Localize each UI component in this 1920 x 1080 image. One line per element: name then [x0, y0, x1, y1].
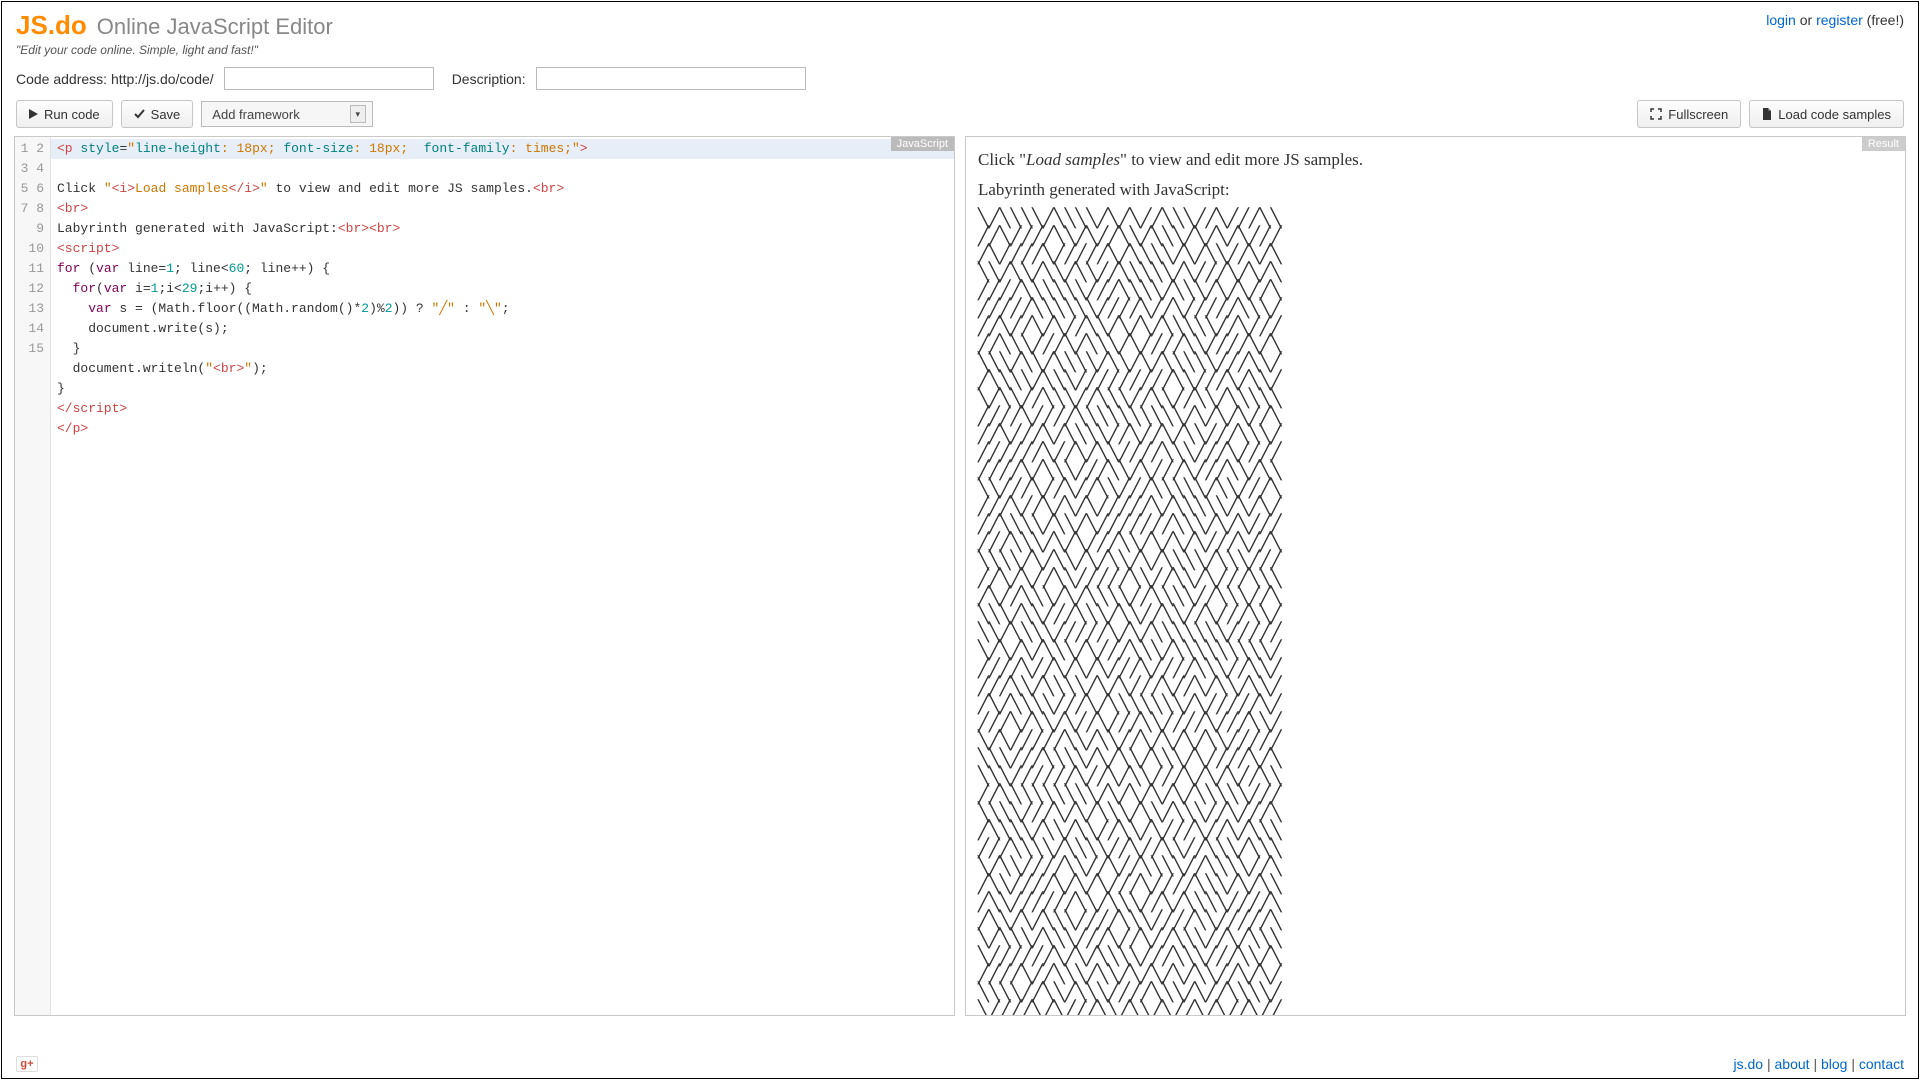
result-heading: Labyrinth generated with JavaScript: [978, 181, 1893, 199]
site-tagline: "Edit your code online. Simple, light an… [16, 43, 1904, 57]
google-plus-icon[interactable]: g+ [16, 1056, 38, 1072]
footer-link-contact[interactable]: contact [1859, 1056, 1904, 1072]
code-address-label: Code address: http://js.do/code/ [16, 71, 214, 87]
run-code-label: Run code [44, 107, 100, 122]
description-label: Description: [452, 71, 526, 87]
run-code-button[interactable]: Run code [16, 100, 113, 128]
register-link[interactable]: register [1816, 12, 1863, 28]
add-framework-label: Add framework [212, 107, 299, 122]
load-samples-button[interactable]: Load code samples [1749, 100, 1904, 128]
fullscreen-label: Fullscreen [1668, 107, 1728, 122]
fullscreen-button[interactable]: Fullscreen [1637, 100, 1741, 128]
line-number-gutter: 1 2 3 4 5 6 7 8 9 10 11 12 13 14 15 [15, 137, 51, 1015]
add-framework-select[interactable]: Add framework ▾ [201, 101, 372, 127]
footer-link-blog[interactable]: blog [1821, 1056, 1847, 1072]
language-badge: JavaScript [891, 137, 954, 151]
check-icon [134, 109, 145, 119]
play-icon [29, 109, 38, 119]
login-link[interactable]: login [1766, 12, 1796, 28]
load-samples-label: Load code samples [1778, 107, 1891, 122]
maze-output: ╲╱╲╲╲╲╱╲╲╲╲╱╲╱╲╱╱╲╲╲╱╱╲╱╱╱╲╲ ╱╱╲╱╱╱╱╲╲╱╲… [978, 209, 1893, 1015]
result-content: Click "Load samples" to view and edit mo… [966, 137, 1905, 1015]
code-editor-pane: JavaScript 1 2 3 4 5 6 7 8 9 10 11 12 13… [14, 136, 955, 1016]
file-icon [1762, 108, 1772, 120]
footer-links: js.do | about | blog | contact [1734, 1056, 1905, 1072]
description-input[interactable] [536, 67, 806, 90]
site-subtitle: Online JavaScript Editor [97, 14, 333, 40]
save-label: Save [151, 107, 181, 122]
code-content[interactable]: <p style="line-height: 18px; font-size: … [51, 137, 954, 1015]
auth-area: login or register (free!) [1766, 12, 1904, 28]
site-logo[interactable]: JS.do [16, 10, 87, 41]
result-intro: Click "Load samples" to view and edit mo… [978, 151, 1893, 169]
auth-separator: or [1796, 12, 1816, 28]
save-button[interactable]: Save [121, 100, 194, 128]
result-badge: Result [1862, 137, 1905, 151]
footer-link-js.do[interactable]: js.do [1734, 1056, 1764, 1072]
result-pane: Result Click "Load samples" to view and … [965, 136, 1906, 1016]
fullscreen-icon [1650, 108, 1662, 120]
code-editor[interactable]: 1 2 3 4 5 6 7 8 9 10 11 12 13 14 15 <p s… [15, 137, 954, 1015]
code-address-input[interactable] [224, 67, 434, 90]
footer-link-about[interactable]: about [1775, 1056, 1810, 1072]
auth-free-note: (free!) [1863, 12, 1904, 28]
chevron-down-icon: ▾ [350, 105, 366, 123]
